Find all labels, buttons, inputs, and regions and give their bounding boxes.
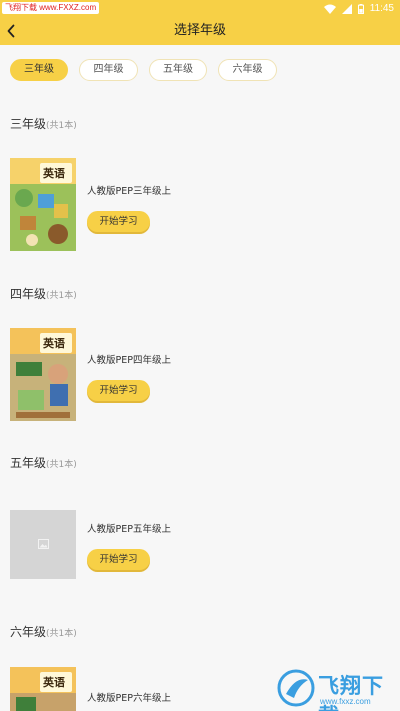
section-title-grade-3: 三年级(共1本) bbox=[10, 115, 77, 132]
wifi-icon bbox=[323, 4, 336, 14]
status-bar-site-label: 飞翔下载 www.FXXZ.com bbox=[2, 2, 100, 14]
section-title-grade-5: 五年级(共1本) bbox=[10, 454, 77, 471]
signal-icon bbox=[341, 3, 352, 14]
tab-grade-6[interactable]: 六年级 bbox=[218, 59, 277, 81]
section-grade-label: 六年级 bbox=[10, 625, 47, 639]
page-title: 选择年级 bbox=[173, 23, 226, 38]
book-name: 人教版PEP三年级上 bbox=[87, 186, 171, 197]
battery-icon bbox=[357, 3, 364, 14]
status-bar-time: 11:45 bbox=[369, 3, 394, 14]
start-learning-button-grade-5[interactable]: 开始学习 bbox=[87, 549, 150, 570]
section-grade-label: 四年级 bbox=[10, 287, 47, 301]
book-name: 人教版PEP六年级上 bbox=[87, 693, 171, 704]
section-book-count: (共1本) bbox=[46, 460, 77, 470]
section-book-count: (共1本) bbox=[46, 629, 77, 639]
status-bar: 飞翔下载 www.FXXZ.com 11:45 bbox=[0, 0, 400, 17]
watermark-url: www.fxxz.com bbox=[320, 697, 371, 706]
section-book-count: (共1本) bbox=[46, 121, 77, 131]
site-watermark: 飞翔下载 www.fxxz.com bbox=[274, 664, 398, 711]
section-grade-label: 五年级 bbox=[10, 456, 47, 470]
section-title-grade-4: 四年级(共1本) bbox=[10, 285, 77, 302]
section-book-count: (共1本) bbox=[46, 291, 77, 301]
book-name: 人教版PEP五年级上 bbox=[87, 524, 171, 535]
app-header: 选择年级 bbox=[0, 17, 400, 45]
start-learning-button-grade-3[interactable]: 开始学习 bbox=[87, 211, 150, 232]
tab-grade-4[interactable]: 四年级 bbox=[79, 59, 138, 81]
book-cover-title: 英语 bbox=[43, 676, 65, 689]
image-placeholder-icon bbox=[38, 539, 49, 549]
section-title-grade-6: 六年级(共1本) bbox=[10, 623, 77, 640]
book-name: 人教版PEP四年级上 bbox=[87, 355, 171, 366]
section-grade-label: 三年级 bbox=[10, 117, 47, 131]
watermark-logo-icon bbox=[277, 669, 315, 707]
book-cover-grade-6[interactable]: 英语 bbox=[10, 667, 76, 711]
grade-tabs: 三年级 四年级 五年级 六年级 bbox=[10, 59, 390, 81]
tab-grade-5[interactable]: 五年级 bbox=[149, 59, 207, 81]
status-bar-right: 11:45 bbox=[323, 0, 394, 17]
book-cover-placeholder-grade-5[interactable] bbox=[10, 510, 76, 579]
book-cover-grade-4[interactable]: 英语 bbox=[10, 328, 76, 421]
book-cover-grade-3[interactable]: 英语 bbox=[10, 158, 76, 251]
start-learning-button-grade-4[interactable]: 开始学习 bbox=[87, 380, 150, 401]
book-cover-title: 英语 bbox=[43, 167, 65, 180]
book-cover-title: 英语 bbox=[43, 337, 65, 350]
tab-grade-3[interactable]: 三年级 bbox=[10, 59, 68, 81]
